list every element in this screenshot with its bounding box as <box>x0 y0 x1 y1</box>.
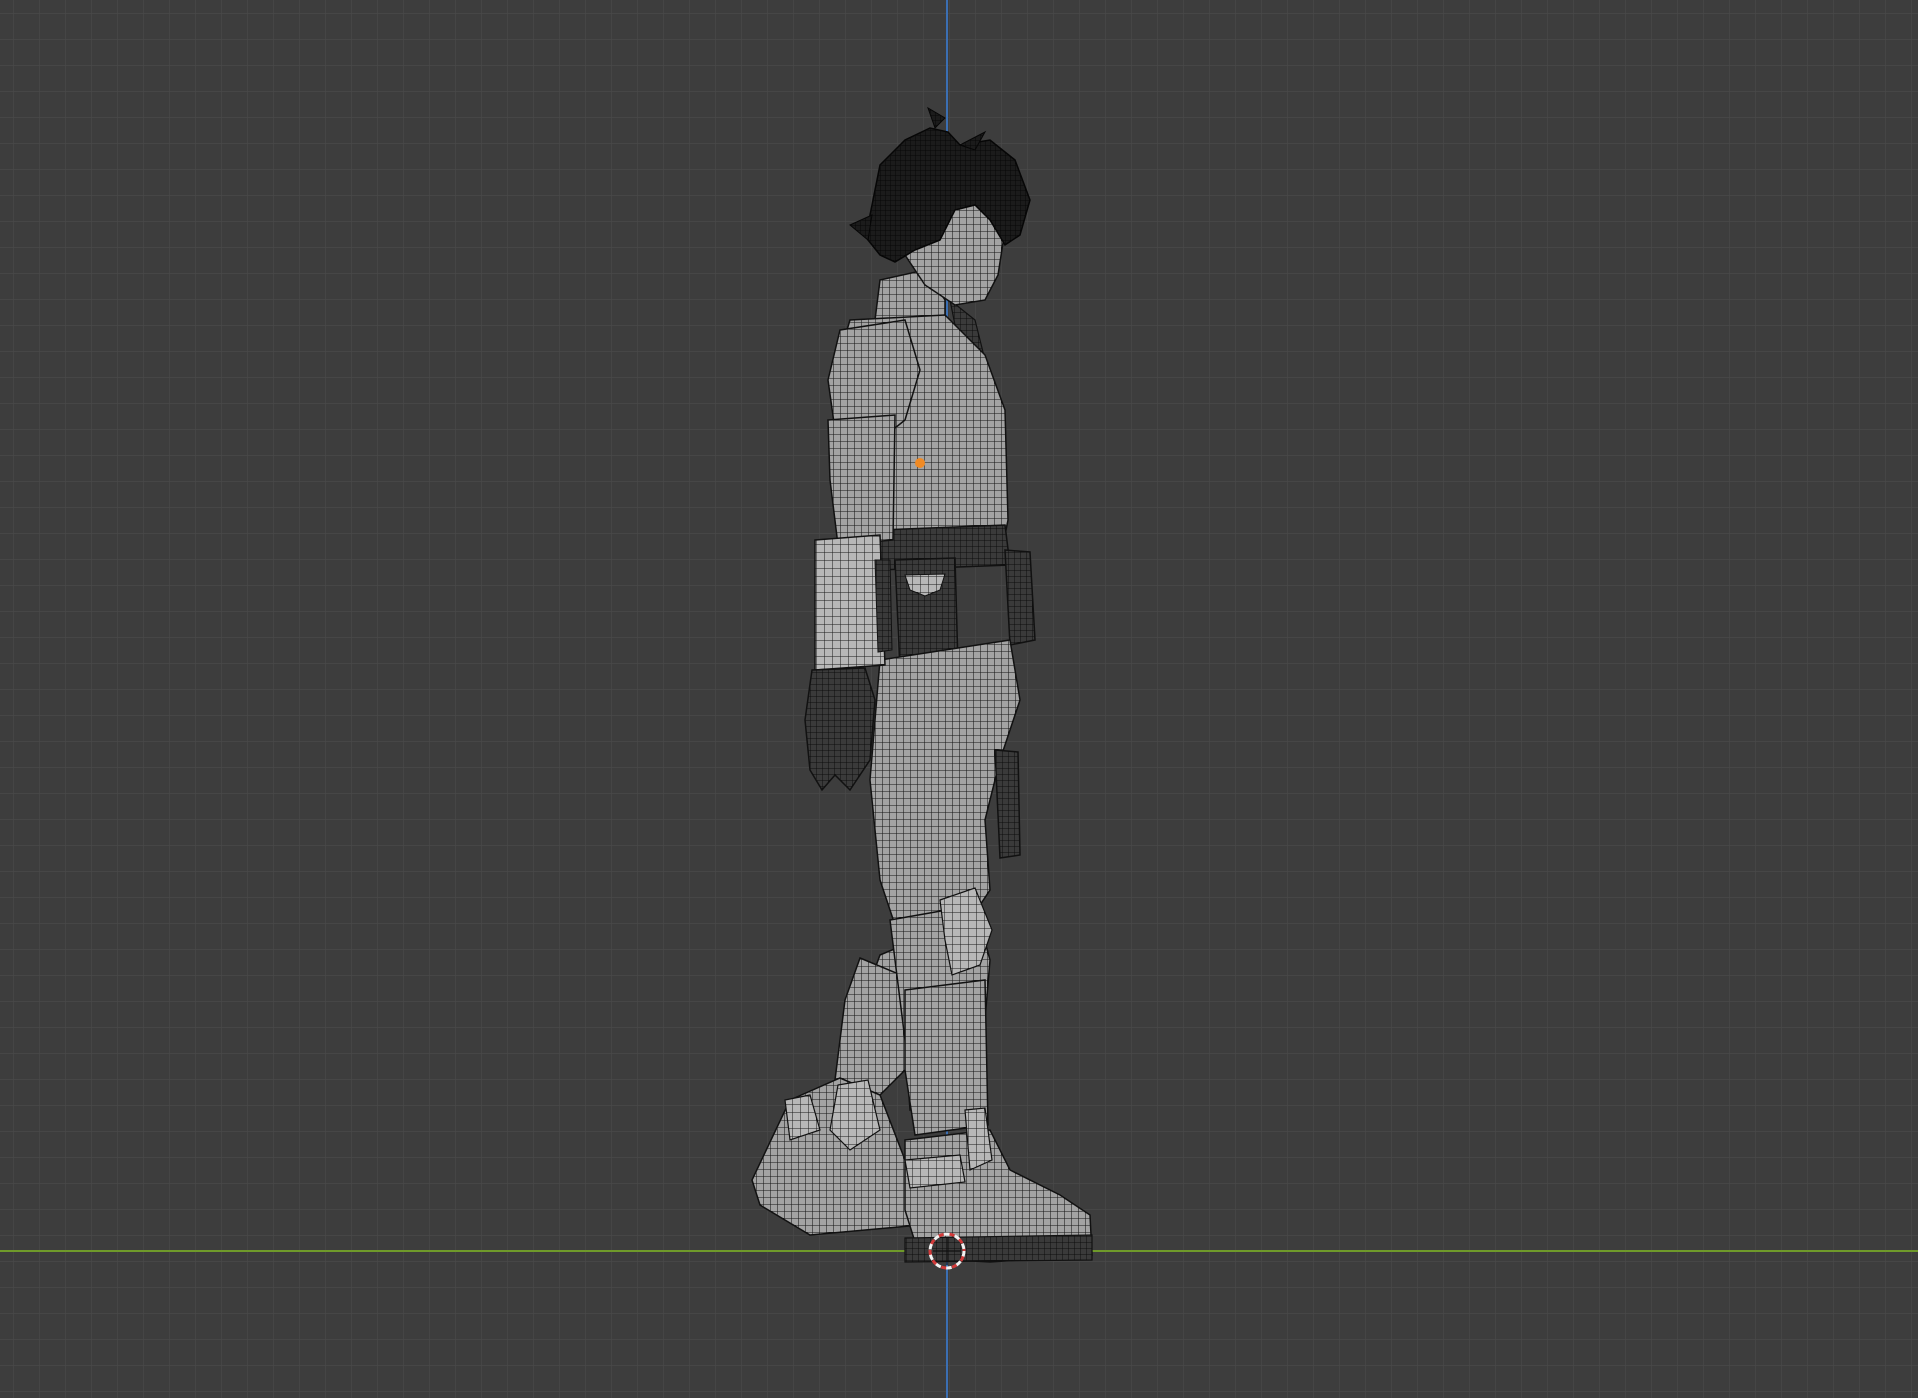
object-origin-icon[interactable] <box>915 458 925 468</box>
3d-cursor-icon[interactable] <box>925 1229 969 1273</box>
front-leg[interactable] <box>889 887 1093 1263</box>
character-model[interactable] <box>0 0 1918 1398</box>
3d-viewport[interactable] <box>0 0 1918 1398</box>
head[interactable] <box>849 106 1031 306</box>
